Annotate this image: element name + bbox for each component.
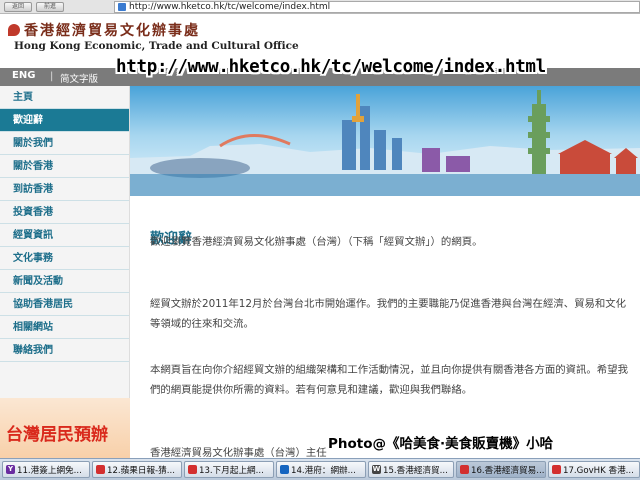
sidebar-item-about-hk[interactable]: 關於香港: [0, 155, 129, 178]
welcome-paragraph-3: 本網頁旨在向你介紹經貿文辦的組織架構和工作活動情況，並且向你提供有關香港各方面的…: [150, 364, 628, 396]
lang-eng-link[interactable]: ENG: [12, 70, 35, 81]
main-content: 歡迎辭 歡迎瀏覽香港經濟貿易文化辦事處（台灣）（下稱「經貿文辦」）的網頁。 經貿…: [130, 196, 640, 459]
taskbar-button[interactable]: 13.下月起上網...: [184, 461, 274, 478]
logo-zh-text: 香港經濟貿易文化辦事處: [24, 23, 200, 39]
taskbar-button[interactable]: 14.港府：網辦...: [276, 461, 366, 478]
taskbar-button-label: 16.香港經濟貿易...: [471, 465, 545, 476]
sidebar-item-home[interactable]: 主頁: [0, 86, 129, 109]
sidebar-item-news-events[interactable]: 新聞及活動: [0, 270, 129, 293]
taskbar-button-label: 17.GovHK 香港...: [563, 465, 634, 476]
taskbar-button[interactable]: 17.GovHK 香港...: [548, 461, 640, 478]
back-button[interactable]: 返回: [4, 1, 32, 12]
address-bar[interactable]: http://www.hketco.hk/tc/welcome/index.ht…: [114, 1, 640, 13]
browser-tab-icon: W: [372, 465, 381, 474]
sidebar-item-related-sites[interactable]: 相關網站: [0, 316, 129, 339]
welcome-paragraph-2: 經貿文辦於2011年12月於台灣台北市開始運作。我們的主要職能乃促進香港與台灣在…: [150, 298, 627, 330]
welcome-paragraph-1: 歡迎瀏覽香港經濟貿易文化辦事處（台灣）（下稱「經貿文辦」）的網頁。: [150, 236, 483, 248]
page-icon: [118, 3, 126, 11]
sidebar-nav: 主頁 歡迎辭 關於我們 關於香港 到訪香港 投資香港 經貿資訊 文化事務 新聞及…: [0, 86, 130, 458]
site-logo[interactable]: 香港經濟貿易文化辦事處: [8, 20, 200, 40]
taskbar-button-label: 14.港府：網辦...: [291, 465, 356, 476]
signature-line: 香港經濟貿易文化辦事處（台灣）主任: [150, 447, 327, 459]
sidebar-item-welcome[interactable]: 歡迎辭: [0, 109, 129, 132]
sidebar-item-trade-info[interactable]: 經貿資訊: [0, 224, 129, 247]
taskbar-button-label: 15.香港經濟貿...: [383, 465, 448, 476]
browser-tab-icon: [188, 465, 197, 474]
browser-tab-icon: Y: [6, 465, 15, 474]
lang-simplified-link[interactable]: 简文字版: [60, 71, 98, 85]
taskbar-button-label: 13.下月起上網...: [199, 465, 264, 476]
taskbar-button[interactable]: 16.香港經濟貿易...: [456, 461, 546, 478]
browser-tab-icon: [280, 465, 289, 474]
taskbar-button[interactable]: 12.蘋果日報-猜...: [92, 461, 182, 478]
logo-en-text: Hong Kong Economic, Trade and Cultural O…: [14, 40, 299, 52]
sidebar-item-about-us[interactable]: 關於我們: [0, 132, 129, 155]
address-text[interactable]: http://www.hketco.hk/tc/welcome/index.ht…: [129, 2, 330, 12]
taskbar-button[interactable]: W 15.香港經濟貿...: [368, 461, 454, 478]
forward-button[interactable]: 前進: [36, 1, 64, 12]
url-overlay-caption: http://www.hketco.hk/tc/welcome/index.ht…: [116, 57, 546, 77]
sidebar-item-invest-hk[interactable]: 投資香港: [0, 201, 129, 224]
promo-text: 台灣居民預辦: [6, 425, 108, 445]
skyline-illustration: [130, 90, 640, 196]
taskbar-button-label: 12.蘋果日報-猜...: [107, 465, 175, 476]
lang-separator: |: [50, 71, 54, 82]
sidebar-item-contact[interactable]: 聯絡我們: [0, 339, 129, 362]
sidebar-item-culture[interactable]: 文化事務: [0, 247, 129, 270]
taskbar-button[interactable]: Y 11.港簽上網免...: [2, 461, 90, 478]
photo-watermark: Photo@《哈美食·美食販賣機》小哈: [328, 436, 554, 452]
browser-tab-icon: [96, 465, 105, 474]
browser-toolbar: 返回 前進 http://www.hketco.hk/tc/welcome/in…: [0, 0, 640, 14]
taskbar: Y 11.港簽上網免... 12.蘋果日報-猜... 13.下月起上網... 14.港府…: [0, 458, 640, 480]
taskbar-button-label: 11.港簽上網免...: [17, 465, 82, 476]
logo-mark-icon: [8, 24, 20, 36]
browser-tab-icon: [552, 465, 561, 474]
browser-tab-icon: [460, 465, 469, 474]
sidebar-item-assist-residents[interactable]: 協助香港居民: [0, 293, 129, 316]
hero-banner: [130, 86, 640, 196]
sidebar-item-visit-hk[interactable]: 到訪香港: [0, 178, 129, 201]
promo-banner[interactable]: 台灣居民預辦: [0, 398, 130, 458]
